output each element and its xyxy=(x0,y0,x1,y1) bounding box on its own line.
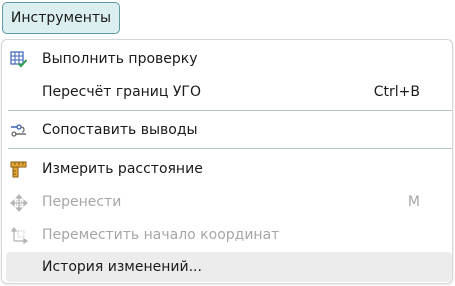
menu-item-label: Пересчёт границ УГО xyxy=(42,84,201,100)
link-pins-icon xyxy=(10,122,26,138)
menu-item-label: Измерить расстояние xyxy=(42,161,203,177)
menu-item-change-history[interactable]: История изменений... xyxy=(6,252,452,282)
move-icon xyxy=(9,193,29,213)
ruler-icon xyxy=(10,161,27,178)
menu-item-shortcut: M xyxy=(407,194,420,210)
menu-item-match-pins[interactable]: Сопоставить выводы xyxy=(6,115,452,145)
menu-item-move-origin[interactable]: Переместить начало координат xyxy=(6,220,452,250)
menu-separator xyxy=(8,148,452,149)
menu-item-shortcut: Ctrl+B xyxy=(373,84,420,100)
menu-item-label: Сопоставить выводы xyxy=(42,122,198,138)
tools-menu-button[interactable]: Инструменты xyxy=(2,2,120,34)
menu-item-measure-distance[interactable]: Измерить расстояние xyxy=(6,154,452,184)
menu-separator xyxy=(8,110,452,111)
tools-dropdown-menu: Выполнить проверку Пересчёт границ УГО C… xyxy=(1,39,453,284)
origin-icon xyxy=(10,226,29,245)
menu-item-label: Перенести xyxy=(42,194,122,210)
table-check-icon xyxy=(10,51,28,68)
menu-item-move[interactable]: Перенести M xyxy=(6,187,452,217)
menu-item-recalc-bounds[interactable]: Пересчёт границ УГО Ctrl+B xyxy=(6,77,452,107)
menu-item-run-check[interactable]: Выполнить проверку xyxy=(6,44,452,74)
menu-item-label: Переместить начало координат xyxy=(42,227,280,243)
menu-item-label: Выполнить проверку xyxy=(42,51,198,67)
menu-item-label: История изменений... xyxy=(42,259,202,275)
